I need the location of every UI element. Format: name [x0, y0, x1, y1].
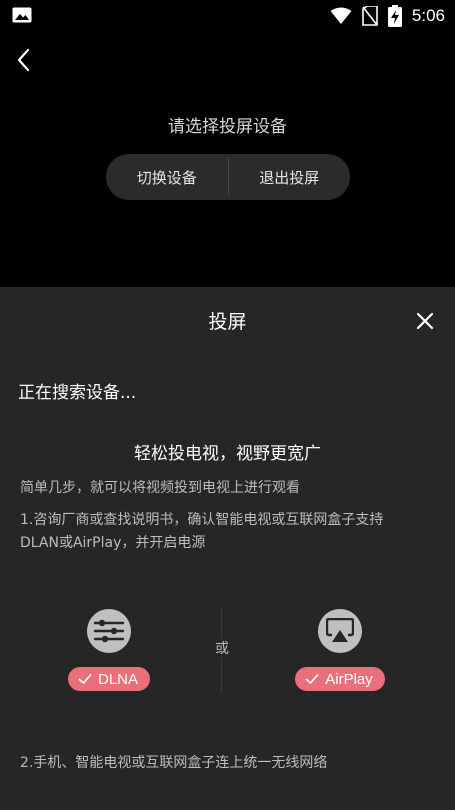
status-bar: 5:06 — [0, 0, 455, 32]
dlna-tag: DLNA — [67, 667, 150, 691]
searching-status: 正在搜索设备... — [18, 383, 137, 403]
exit-cast-button[interactable]: 退出投屏 — [229, 154, 351, 200]
no-sim-icon — [362, 6, 378, 26]
airplay-tag: AirPlay — [295, 667, 385, 691]
guide-step-2: 2.手机、智能电视或互联网盒子连上统一无线网络 — [20, 755, 328, 771]
guide-subline: 简单几步，就可以将视频投到电视上进行观看 — [20, 480, 300, 496]
airplay-option: AirPlay — [285, 609, 395, 691]
image-icon — [12, 7, 32, 23]
switch-device-button[interactable]: 切换设备 — [106, 154, 228, 200]
back-arrow-icon[interactable] — [12, 44, 36, 76]
battery-charging-icon — [387, 5, 402, 27]
or-label: 或 — [208, 638, 236, 658]
close-icon[interactable] — [417, 313, 433, 329]
protocol-options: DLNA 或 AirPlay — [0, 605, 455, 695]
dlna-option: DLNA — [54, 609, 164, 691]
cast-sheet: 投屏 正在搜索设备... 轻松投电视，视野更宽广 简单几步，就可以将视频投到电视… — [0, 287, 455, 810]
dlna-label: DLNA — [97, 670, 138, 688]
cast-prompt: 请选择投屏设备 — [168, 117, 287, 137]
airplay-logo-icon — [318, 609, 362, 653]
sheet-title: 投屏 — [208, 311, 247, 333]
guide-step-1-line-2: DLAN或AirPlay，并开启电源 — [20, 535, 206, 551]
status-time: 5:06 — [411, 6, 445, 25]
guide-step-1: 1.咨询厂商或查找说明书，确认智能电视或互联网盒子支持 DLAN或AirPlay… — [20, 509, 440, 555]
airplay-label: AirPlay — [325, 670, 373, 688]
dlna-logo-icon — [87, 609, 131, 653]
wifi-icon — [330, 7, 352, 24]
check-icon — [305, 674, 319, 684]
cast-action-group: 切换设备 退出投屏 — [106, 154, 350, 200]
guide-headline: 轻松投电视，视野更宽广 — [134, 444, 321, 464]
guide-step-1-line-1: 1.咨询厂商或查找说明书，确认智能电视或互联网盒子支持 — [20, 512, 384, 528]
check-icon — [78, 674, 92, 684]
